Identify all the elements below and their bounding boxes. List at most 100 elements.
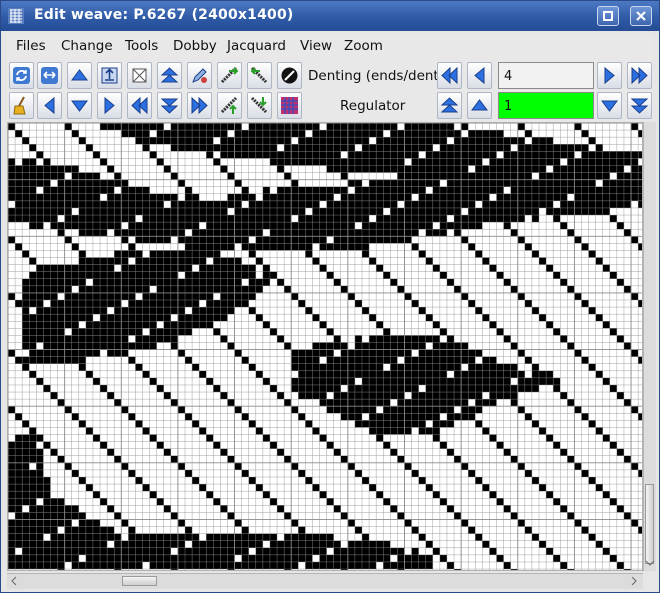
pattern-button[interactable] bbox=[277, 92, 302, 119]
weave-cell bbox=[71, 321, 79, 329]
regulator-down-button[interactable] bbox=[597, 92, 622, 119]
weave-cell bbox=[85, 349, 93, 357]
weave-cell bbox=[248, 243, 256, 251]
weave-cell bbox=[85, 484, 93, 492]
weave-cell bbox=[15, 207, 23, 216]
double-up-button[interactable] bbox=[157, 62, 182, 89]
fit-width-button[interactable] bbox=[37, 62, 62, 89]
weave-cell bbox=[326, 243, 334, 251]
restore-button[interactable] bbox=[597, 6, 619, 26]
weave-cell bbox=[199, 540, 207, 548]
weave-cell bbox=[461, 399, 469, 407]
weave-cell bbox=[43, 356, 51, 364]
regulator-field[interactable]: 1 bbox=[498, 92, 594, 119]
weave-cell bbox=[347, 370, 355, 378]
weave-cell bbox=[234, 193, 242, 201]
weave-cell bbox=[85, 179, 93, 187]
weave-cell bbox=[255, 547, 263, 555]
denting-next-button[interactable] bbox=[597, 62, 622, 89]
weave-cell bbox=[248, 540, 256, 548]
upload-button[interactable] bbox=[97, 62, 122, 89]
weave-cell bbox=[255, 144, 263, 152]
regulator-up-button[interactable] bbox=[467, 92, 492, 119]
weave-cell bbox=[333, 151, 341, 159]
weave-cell bbox=[156, 123, 164, 131]
weave-cell bbox=[553, 377, 561, 385]
menu-tools[interactable]: Tools bbox=[125, 38, 158, 54]
weave-cell bbox=[15, 448, 23, 456]
horizontal-scrollbar[interactable] bbox=[7, 573, 643, 589]
crop-button[interactable] bbox=[127, 62, 152, 89]
title-bar[interactable]: Edit weave: P.6267 (2400x1400) bbox=[1, 1, 659, 31]
denting-prev-button[interactable] bbox=[467, 62, 492, 89]
move-left-button[interactable] bbox=[37, 92, 62, 119]
weave-cell bbox=[8, 179, 16, 187]
weave-cell bbox=[213, 123, 221, 131]
weave-cell bbox=[461, 462, 469, 470]
weave-cell bbox=[92, 207, 101, 216]
menu-zoom[interactable]: Zoom bbox=[344, 38, 383, 54]
weave-cell bbox=[71, 314, 79, 322]
horizontal-scroll-thumb[interactable] bbox=[122, 576, 157, 586]
weave-cell bbox=[362, 561, 370, 570]
shift-right-button[interactable] bbox=[217, 62, 242, 89]
double-right-button[interactable] bbox=[187, 92, 212, 119]
denting-first-button[interactable] bbox=[437, 62, 462, 89]
scroll-right-icon[interactable] bbox=[629, 576, 639, 586]
weave-cell bbox=[57, 271, 65, 279]
weave-cell bbox=[397, 229, 405, 237]
scroll-left-icon[interactable] bbox=[9, 576, 19, 586]
invert-button[interactable] bbox=[277, 62, 302, 89]
menu-view[interactable]: View bbox=[300, 38, 332, 54]
move-right-button[interactable] bbox=[97, 92, 122, 119]
denting-field[interactable]: 4 bbox=[498, 62, 594, 89]
weave-cell bbox=[163, 540, 171, 548]
weave-cell bbox=[517, 207, 525, 216]
weave-cell bbox=[241, 215, 249, 223]
denting-last-button[interactable] bbox=[627, 62, 652, 89]
move-down-button[interactable] bbox=[67, 92, 92, 119]
close-button[interactable] bbox=[630, 6, 652, 26]
weave-cell bbox=[64, 236, 72, 244]
weave-cell bbox=[574, 200, 582, 208]
double-down-button[interactable] bbox=[157, 92, 182, 119]
weave-cell bbox=[623, 342, 632, 350]
weave-cell bbox=[397, 406, 405, 414]
move-up-button[interactable] bbox=[67, 62, 92, 89]
weave-canvas[interactable] bbox=[8, 123, 643, 571]
double-left-button[interactable] bbox=[127, 92, 152, 119]
weave-cell bbox=[397, 151, 405, 159]
scroll-down-icon[interactable] bbox=[645, 558, 655, 568]
weave-cell bbox=[128, 243, 136, 251]
clear-button[interactable] bbox=[9, 92, 34, 119]
weave-cell bbox=[369, 363, 377, 371]
weave-cell bbox=[50, 207, 58, 216]
weave-cell bbox=[347, 123, 355, 131]
weave-cell bbox=[404, 123, 412, 131]
pencil-button[interactable] bbox=[187, 62, 212, 89]
weave-cell bbox=[192, 222, 200, 230]
shift-down-button[interactable] bbox=[247, 92, 272, 119]
regulator-down-fast-button[interactable] bbox=[627, 92, 652, 119]
close-icon bbox=[636, 11, 646, 21]
vertical-scrollbar[interactable] bbox=[643, 122, 656, 571]
weave-cell bbox=[581, 207, 589, 216]
vertical-scroll-thumb[interactable] bbox=[645, 484, 654, 564]
menu-change[interactable]: Change bbox=[61, 38, 113, 54]
menu-dobby[interactable]: Dobby bbox=[173, 38, 217, 54]
shift-up-button[interactable] bbox=[217, 92, 242, 119]
weave-cell bbox=[432, 158, 440, 166]
weave-cell bbox=[8, 462, 16, 470]
weave-cell bbox=[234, 236, 242, 244]
shift-left-button[interactable] bbox=[247, 62, 272, 89]
weave-cell bbox=[248, 307, 256, 315]
refresh-button[interactable] bbox=[9, 62, 34, 89]
weave-grid[interactable] bbox=[7, 122, 643, 571]
weave-cell bbox=[177, 130, 185, 138]
weave-cell bbox=[50, 540, 58, 548]
weave-cell bbox=[390, 547, 398, 555]
regulator-up-fast-button[interactable] bbox=[437, 92, 462, 119]
weave-cell bbox=[510, 342, 518, 350]
menu-jacquard[interactable]: Jacquard bbox=[227, 38, 286, 54]
menu-files[interactable]: Files bbox=[16, 38, 46, 54]
